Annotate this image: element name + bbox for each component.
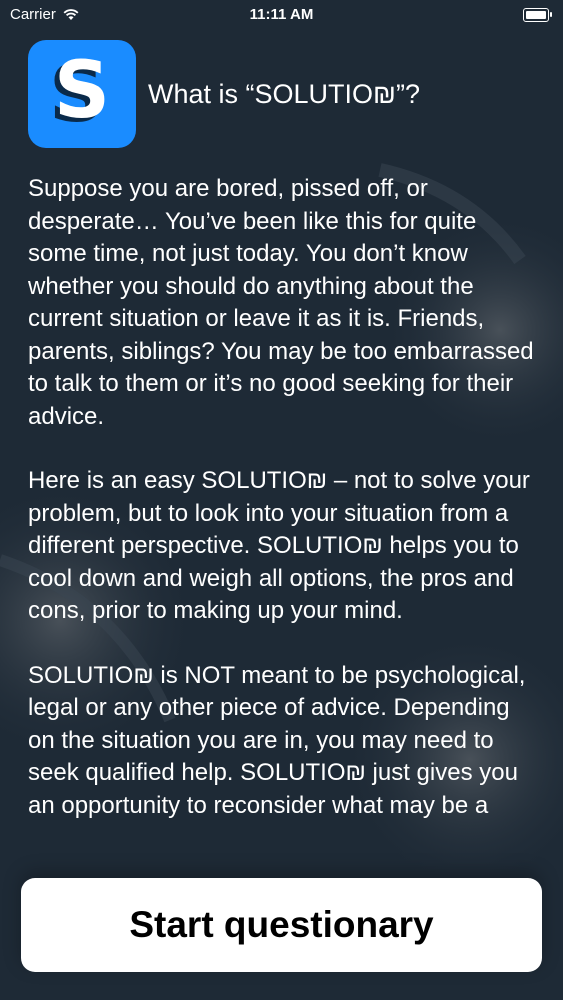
battery-icon bbox=[523, 8, 552, 22]
app-logo-letter: S bbox=[53, 46, 111, 136]
status-bar: Carrier 11:11 AM bbox=[0, 0, 563, 30]
header: S What is “SOLUTIO₪”? bbox=[28, 40, 420, 148]
paragraph-2: Here is an easy SOLUTIO₪ – not to solve … bbox=[28, 467, 530, 624]
status-time: 11:11 AM bbox=[249, 6, 314, 23]
page-title: What is “SOLUTIO₪”? bbox=[148, 78, 420, 109]
description-text: Suppose you are bored, pissed off, or de… bbox=[28, 173, 540, 854]
paragraph-1: Suppose you are bored, pissed off, or de… bbox=[28, 175, 534, 430]
paragraph-3: SOLUTIO₪ is NOT meant to be psychologica… bbox=[28, 661, 526, 819]
start-questionary-button[interactable]: Start questionary bbox=[21, 878, 542, 972]
app-logo-icon: S bbox=[28, 40, 136, 148]
